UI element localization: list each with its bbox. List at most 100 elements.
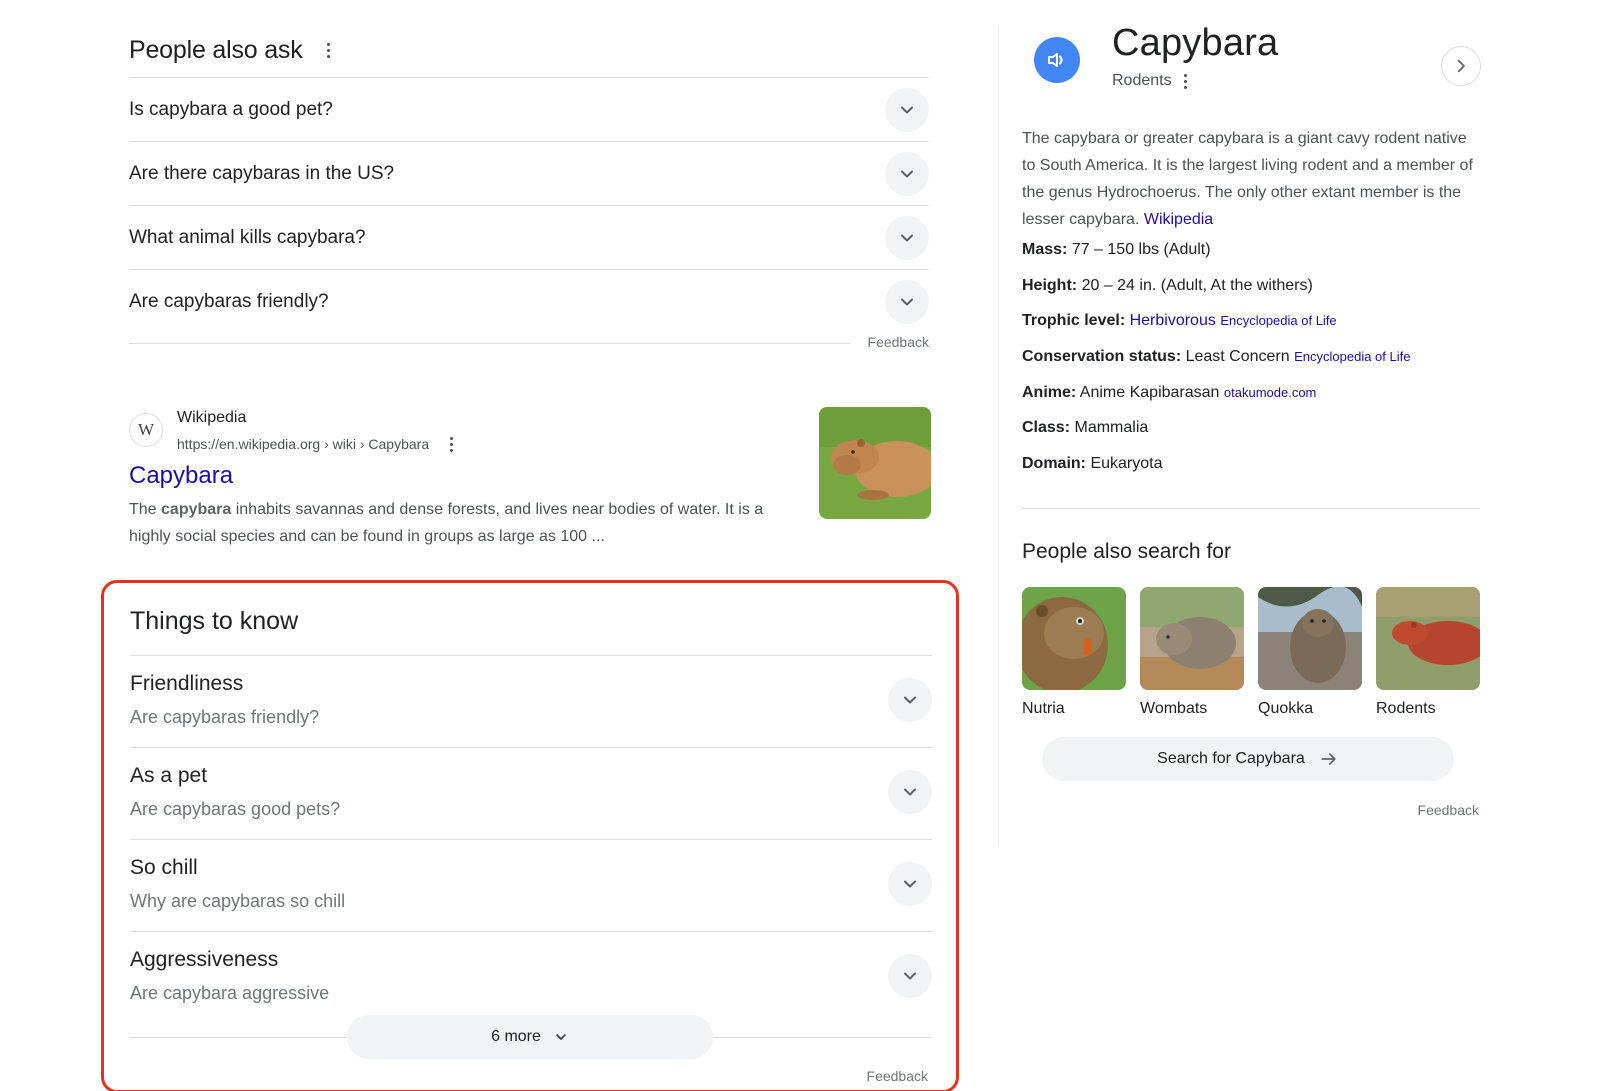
expand-button[interactable] [888, 862, 932, 906]
feedback-link[interactable]: Feedback [867, 1068, 928, 1084]
topic-title: Friendliness [130, 672, 244, 695]
people-also-search-for-grid: Nutria Wombats Quokka Rodents [1022, 587, 1480, 718]
result-site-name[interactable]: Wikipedia [177, 409, 246, 427]
things-to-know-list: Friendliness Are capybaras friendly? As … [130, 655, 932, 1023]
fact-conservation-status: Conservation status: Least Concern Encyc… [1022, 348, 1482, 384]
wikipedia-favicon: W [129, 413, 163, 447]
more-options-icon[interactable] [321, 40, 337, 60]
result-snippet: The capybara inhabits savannas and dense… [129, 496, 789, 550]
chevron-down-icon [901, 170, 913, 177]
feedback-link[interactable]: Feedback [1418, 802, 1479, 818]
fact-label: Trophic level: [1022, 312, 1126, 330]
topic-question: Are capybaras good pets? [130, 799, 341, 819]
people-also-search-for-title: People also search for [1022, 540, 1231, 563]
things-to-know-title: Things to know [130, 607, 299, 635]
related-entity-label: Quokka [1258, 700, 1314, 717]
description-text: The capybara or greater capybara is a gi… [1022, 130, 1473, 228]
quokka-image [1258, 587, 1362, 690]
fact-value: 20 – 24 in. (Adult, At the withers) [1081, 276, 1313, 294]
people-also-ask-header: People also ask [129, 32, 337, 68]
paa-question-text: What animal kills capybara? [129, 226, 366, 248]
fact-value: Eukaryota [1090, 455, 1163, 473]
fact-trophic-level: Trophic level: Herbivorous Encyclopedia … [1022, 312, 1482, 348]
fact-source-link[interactable]: Encyclopedia of Life [1294, 349, 1410, 364]
fact-label: Mass: [1022, 241, 1068, 258]
expand-button[interactable] [885, 215, 929, 260]
capybara-thumbnail[interactable] [819, 407, 931, 519]
expand-button[interactable] [888, 678, 932, 722]
paa-question-text: Are capybaras friendly? [129, 290, 329, 312]
description-source-link[interactable]: Wikipedia [1144, 211, 1213, 228]
speaker-icon [1048, 53, 1063, 67]
expand-button[interactable] [885, 151, 929, 196]
fact-label: Class: [1022, 419, 1071, 437]
related-entity-label: Wombats [1140, 700, 1208, 717]
fact-label: Anime: [1022, 383, 1077, 401]
result-title-link[interactable]: Capybara [129, 462, 233, 490]
next-button[interactable] [1441, 46, 1481, 86]
related-entity-card[interactable]: Wombats [1140, 587, 1244, 718]
paa-question-item[interactable]: Is capybara a good pet? [129, 77, 929, 141]
chevron-down-icon [904, 880, 916, 888]
topic-title: Aggressiveness [130, 948, 279, 971]
fact-value: Least Concern [1185, 348, 1290, 366]
paa-question-item[interactable]: Are there capybaras in the US? [129, 141, 929, 205]
divider [1022, 508, 1480, 509]
snippet-highlight: capybara [161, 501, 232, 518]
topic-question: Are capybaras friendly? [130, 707, 320, 727]
knowledge-panel-subtitle: Rodents [1112, 72, 1172, 89]
result-url-row: https://en.wikipedia.org › wiki › Capyba… [177, 434, 459, 454]
expand-button[interactable] [885, 87, 929, 132]
fact-height: Height: 20 – 24 in. (Adult, At the withe… [1022, 277, 1482, 313]
things-to-know-item[interactable]: So chill Why are capybaras so chill [130, 839, 932, 931]
expand-button[interactable] [888, 770, 932, 814]
rodent-image [1376, 587, 1480, 690]
topic-question: Why are capybaras so chill [130, 891, 346, 911]
more-options-icon[interactable] [443, 434, 459, 454]
show-more-label: 6 more [491, 1028, 541, 1045]
paa-question-item[interactable]: Are capybaras friendly? [129, 269, 929, 333]
arrow-right-icon [1321, 753, 1336, 765]
fact-label: Domain: [1022, 455, 1086, 473]
chevron-down-icon [556, 1034, 566, 1040]
fact-label: Height: [1022, 276, 1078, 294]
related-entity-card[interactable]: Rodents [1376, 587, 1480, 718]
result-url[interactable]: https://en.wikipedia.org › wiki › Capyba… [177, 436, 429, 452]
fact-source-link[interactable]: Encyclopedia of Life [1220, 313, 1336, 328]
paa-question-item[interactable]: What animal kills capybara? [129, 205, 929, 269]
chevron-down-icon [904, 696, 916, 704]
fact-label: Conservation status: [1022, 348, 1182, 366]
search-for-capybara-button[interactable]: Search for Capybara [1042, 737, 1454, 781]
show-more-button[interactable]: 6 more [347, 1015, 713, 1059]
divider [129, 342, 850, 344]
related-entity-label: Nutria [1022, 700, 1065, 717]
expand-button[interactable] [885, 279, 929, 324]
related-entity-card[interactable]: Quokka [1258, 587, 1362, 718]
pronunciation-audio-button[interactable] [1034, 37, 1080, 83]
search-button-label: Search for Capybara [1157, 750, 1305, 767]
expand-button[interactable] [888, 954, 932, 998]
related-entity-card[interactable]: Nutria [1022, 587, 1126, 718]
snippet-text: The [129, 501, 162, 518]
things-to-know-panel: Things to know Friendliness Are capybara… [101, 580, 959, 1091]
fact-mass: Mass: 77 – 150 lbs (Adult) [1022, 241, 1482, 277]
chevron-right-icon [1457, 59, 1465, 73]
things-to-know-item[interactable]: As a pet Are capybaras good pets? [130, 747, 932, 839]
knowledge-panel-title: Capybara [1112, 22, 1279, 64]
people-also-ask-title: People also ask [129, 35, 303, 64]
chevron-down-icon [904, 972, 916, 980]
more-options-icon[interactable] [1178, 71, 1194, 91]
paa-feedback-row: Feedback [129, 334, 929, 350]
feedback-link[interactable]: Feedback [868, 334, 929, 350]
fact-source-link[interactable]: otakumode.com [1224, 385, 1317, 400]
knowledge-panel-subtitle-row: Rodents [1112, 71, 1194, 91]
things-to-know-item[interactable]: Aggressiveness Are capybara aggressive [130, 931, 932, 1023]
chevron-down-icon [901, 298, 913, 305]
things-to-know-item[interactable]: Friendliness Are capybaras friendly? [130, 655, 932, 747]
fact-value-link[interactable]: Herbivorous [1130, 312, 1216, 329]
related-entity-label: Rodents [1376, 700, 1436, 717]
wombat-image [1140, 587, 1244, 690]
show-more-row: 6 more [130, 1015, 932, 1059]
fact-value: 77 – 150 lbs (Adult) [1071, 241, 1211, 258]
search-result: W Wikipedia https://en.wikipedia.org › w… [129, 407, 931, 550]
